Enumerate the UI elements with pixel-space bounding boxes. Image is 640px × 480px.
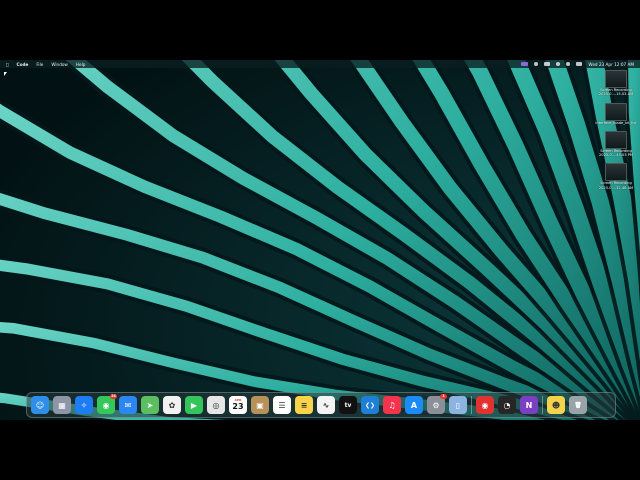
trash-icon[interactable]: 🗑 — [569, 396, 587, 414]
notes-icon[interactable]: ≡ — [295, 396, 313, 414]
app-glyph: ❮❯ — [364, 401, 376, 409]
app-glyph: ☰ — [278, 400, 286, 410]
app-glyph: ◉ — [481, 400, 489, 410]
menu-bar:  Code File Window Help Wed 23 Apr 12:07… — [0, 60, 640, 68]
launchpad-icon[interactable]: ▦ — [53, 396, 71, 414]
app-glyph: ➤ — [146, 400, 154, 410]
app-glyph: ✧ — [80, 400, 88, 410]
menu-help[interactable]: Help — [76, 62, 86, 67]
desktop-wallpaper — [0, 60, 640, 420]
status-app-icon[interactable] — [521, 62, 529, 66]
mail-icon[interactable]: ✉ — [119, 396, 137, 414]
gear-icon[interactable]: ⚙ 1 — [427, 394, 447, 414]
calendar-icon[interactable]: APR 23 — [229, 396, 247, 414]
status-record-icon[interactable] — [534, 62, 539, 66]
menu-file[interactable]: File — [36, 62, 43, 67]
music-icon[interactable]: ♫ — [383, 396, 401, 414]
app-glyph: A — [410, 400, 418, 410]
dock-separator — [471, 396, 472, 414]
desktop-file[interactable]: Screen Recording 2025-0....15.03 AM — [596, 70, 636, 97]
app-glyph: ☺ — [35, 400, 45, 410]
facetime-icon[interactable]: ▶ — [185, 396, 203, 414]
app-glyph: ▶ — [190, 400, 198, 410]
menu-clock[interactable]: Wed 23 Apr 12:07 AM — [588, 62, 634, 67]
app-glyph: 🗑 — [574, 401, 582, 409]
freeform-icon[interactable]: ∿ — [317, 396, 335, 414]
desktop-file[interactable]: interface_blade_kit_list — [595, 102, 637, 125]
wifi-icon[interactable] — [556, 62, 561, 66]
file-thumbnail — [605, 102, 627, 121]
menu-app-name[interactable]: Code — [17, 62, 29, 67]
record-icon[interactable]: ◉ — [476, 396, 494, 414]
file-label: interface_blade_kit_list — [595, 120, 637, 125]
desktop-file[interactable]: Screen Recording 2025-0....45.03 PM — [596, 130, 636, 158]
app-glyph: ∿ — [322, 400, 330, 410]
simulator-icon[interactable]: ▯ — [449, 396, 467, 414]
file-thumbnail — [605, 130, 627, 149]
chrome-icon[interactable]: ◎ — [207, 396, 225, 414]
archive-icon[interactable]: ▣ — [251, 396, 269, 414]
file-thumbnail — [605, 163, 627, 182]
file-thumbnail — [605, 70, 627, 88]
app-glyph: ◔ — [503, 400, 511, 410]
app-glyph: ◎ — [212, 400, 220, 410]
photos-icon[interactable]: ✿ — [163, 396, 181, 414]
menu-window[interactable]: Window — [51, 62, 68, 67]
vscode-icon[interactable]: ❮❯ — [361, 396, 379, 414]
app-glyph: ▦ — [58, 400, 66, 410]
app-glyph: N — [525, 400, 533, 410]
app-glyph: ≡ — [300, 400, 308, 410]
desktop-screen:  Code File Window Help Wed 23 Apr 12:07… — [0, 60, 640, 420]
app-glyph: ☻ — [551, 400, 561, 410]
mouse-cursor — [4, 72, 7, 76]
app-glyph: ♫ — [388, 400, 396, 410]
messages-icon[interactable]: ◉ 24 — [97, 394, 117, 414]
app-glyph: tv — [344, 401, 352, 409]
activity-icon[interactable]: ◔ — [498, 396, 516, 414]
desktop-file[interactable]: Screen Recording 2025-0....32.48 AM — [596, 163, 636, 190]
app-glyph: ◉ — [102, 400, 110, 410]
onenote-icon[interactable]: N — [520, 396, 538, 414]
calendar-day: 23 — [232, 402, 244, 411]
battery-icon[interactable] — [544, 62, 551, 66]
desktop-icons: Screen Recording 2025-0....15.03 AM inte… — [595, 70, 637, 190]
apple-icon[interactable]:  — [6, 62, 9, 67]
file-label: Screen Recording 2025-0....45.03 PM — [599, 148, 633, 158]
file-label: Screen Recording 2025-0....15.03 AM — [598, 88, 634, 97]
control-center-icon[interactable] — [576, 62, 583, 66]
notification-badge: 24 — [110, 394, 117, 399]
app-glyph: ▯ — [455, 400, 461, 410]
app-glyph: ✿ — [168, 400, 176, 410]
app-glyph: ✉ — [124, 400, 132, 410]
safari-icon[interactable]: ✧ — [75, 396, 93, 414]
dock-separator — [542, 396, 543, 414]
reminders-icon[interactable]: ☰ — [273, 396, 291, 414]
app-glyph: ▣ — [256, 400, 264, 410]
preview-icon[interactable]: ☻ — [547, 396, 565, 414]
file-label: Screen Recording 2025-0....32.48 AM — [598, 181, 634, 190]
maps-icon[interactable]: ➤ — [141, 396, 159, 414]
appstore-icon[interactable]: A — [405, 396, 423, 414]
search-icon[interactable] — [566, 62, 571, 66]
notification-badge: 1 — [440, 394, 447, 399]
finder-icon[interactable]: ☺ — [31, 396, 49, 414]
app-glyph: ⚙ — [432, 400, 440, 410]
dock: ☺ ▦ ✧ ◉ 24 ✉ ➤ ✿ ▶ ◎ APR 23 ▣ ☰ ≡ ∿ tv ❮❯ ♫ A ⚙ 1 ▯ ◉ ◔ N ☻ 🗑 — [26, 392, 616, 418]
tv-icon[interactable]: tv — [339, 396, 357, 414]
